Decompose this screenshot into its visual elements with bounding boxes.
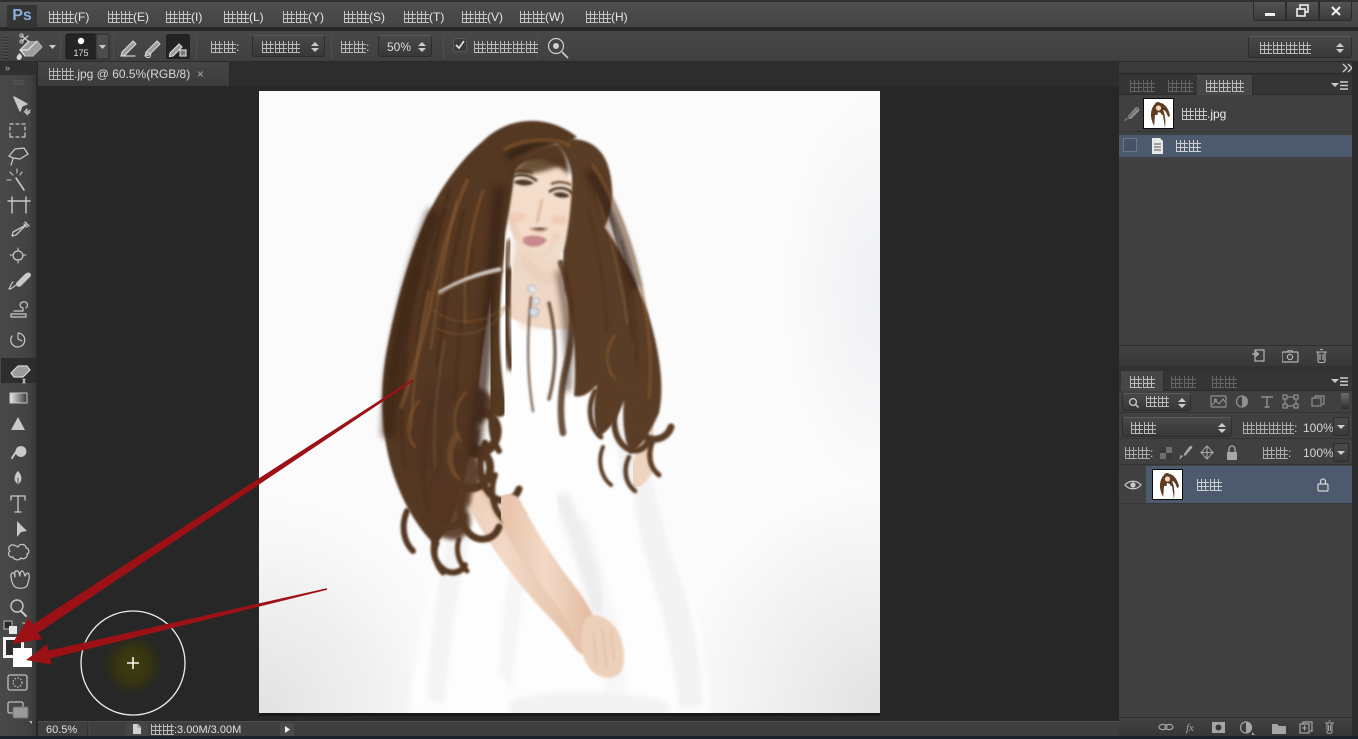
svg-text:fx: fx xyxy=(1186,722,1194,734)
svg-text:175: 175 xyxy=(73,48,88,58)
